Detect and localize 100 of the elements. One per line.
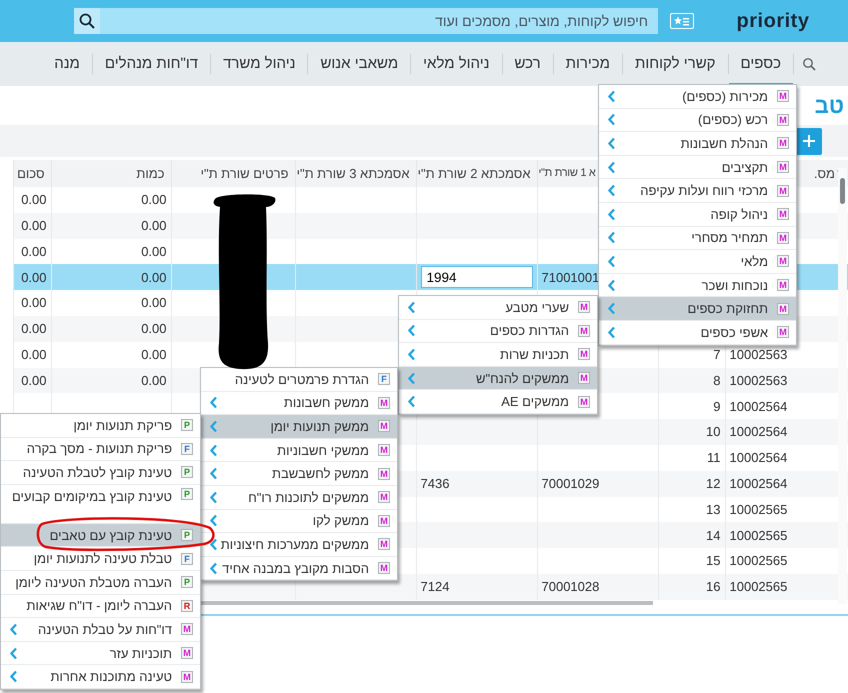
type-badge: M [578,372,590,384]
type-badge: M [777,161,789,174]
table-cell: 15 [706,553,720,568]
add-button[interactable] [796,128,822,154]
type-badge: M [777,255,789,268]
table-cell: 0.00 [21,218,46,233]
nav-tab[interactable]: מנה [42,42,92,86]
chevron-icon [209,562,218,575]
chevron-icon [607,326,616,339]
type-badge: F [378,373,390,386]
cell-editor[interactable]: 1994 [420,266,532,288]
type-badge: M [181,670,193,683]
type-badge: M [777,137,789,150]
nav-tab[interactable]: משאבי אנוש [308,42,410,86]
column-header: מס. [814,166,835,181]
table-cell: 12 [706,476,720,491]
table-cell: 10002565 [730,553,788,568]
table-cell: 8 [713,372,720,388]
chevron-icon [209,420,218,433]
chevron-icon [407,372,416,385]
table-cell: 0.00 [141,321,166,336]
table-cell: 0.00 [21,346,46,362]
table-cell: 10002565 [730,579,788,594]
chevron-icon [607,278,616,292]
chevron-icon [407,300,416,314]
table-cell: 0.00 [141,270,166,285]
search-icon[interactable] [802,57,816,71]
type-badge: M [378,538,390,550]
chevron-icon [607,231,616,244]
table-cell: 10002565 [730,502,788,517]
type-badge: M [378,491,390,504]
table-cell: 14 [706,528,720,542]
table-cell: 0.00 [141,192,166,208]
search-field[interactable]: חיפוש לקוחות, מוצרים, מסמכים ועוד [100,8,658,34]
table-cell: 7 [713,346,720,362]
table-cell: 0.00 [141,295,166,310]
nav-tab[interactable]: ניהול משרד [211,42,308,86]
type-badge: P [181,576,193,588]
table-cell: 71001001 [542,270,600,285]
nav-tab[interactable]: מכירות [554,42,622,86]
table-cell: 0.00 [21,372,46,388]
table-cell: 10002563 [730,346,788,362]
table-cell: 0.00 [21,295,46,310]
chevron-icon [607,90,616,103]
table-cell: 70001029 [542,476,600,491]
chevron-icon [209,444,218,457]
chevron-icon [407,395,416,408]
chevron-icon [607,208,616,221]
table-cell: 0.00 [21,192,46,208]
chevron-icon [209,490,218,504]
column-header: כמות [136,166,164,181]
chevron-icon [407,348,416,361]
table-cell: 10002564 [730,398,788,414]
table-cell: 16 [706,579,720,594]
chevron-icon [607,160,616,174]
chevron-icon [407,324,416,338]
type-badge: P [181,488,193,500]
chevron-icon [209,396,218,410]
vertical-scrollbar[interactable] [838,168,847,604]
type-badge: M [378,444,390,456]
chevron-icon [209,514,218,528]
chevron-icon [9,670,18,684]
table-cell: 0.00 [141,372,166,388]
type-badge: M [181,647,193,660]
table-cell: 10002564 [730,450,788,466]
table-cell: 9 [713,398,720,414]
search-button[interactable] [74,8,100,34]
type-badge: M [181,623,193,636]
table-cell: 0.00 [21,321,46,336]
chevron-icon [607,184,616,198]
column-header: סכום [17,166,44,181]
type-badge: M [777,232,789,244]
plus-icon [803,135,815,147]
type-badge: M [378,396,390,409]
chevron-icon [607,136,616,150]
star-list-icon [674,16,690,26]
type-badge: F [181,442,193,455]
column-header: אסמכתא 2 שורת ת"י [418,166,530,181]
chevron-icon [209,538,218,551]
nav-tab[interactable]: ניהול מלאי [411,42,502,86]
table-cell: 10002564 [730,424,788,440]
type-badge: M [777,114,789,126]
nav-tab[interactable]: דו"חות מנהלים [92,42,210,86]
table-cell: 10002564 [730,476,788,491]
table-cell: 0.00 [21,244,46,259]
type-badge: R [181,600,193,612]
table-cell: 7436 [420,476,450,491]
page-title: טב [814,92,844,120]
type-badge: P [181,466,193,478]
type-badge: M [578,348,590,360]
type-badge: M [378,420,390,432]
type-badge: M [777,326,789,338]
type-badge: M [777,184,789,197]
type-badge: M [777,279,789,292]
table-cell: 11 [707,450,720,466]
nav-tab[interactable]: רכש [502,42,553,86]
search-icon [79,13,95,29]
nav-tab[interactable]: קשרי לקוחות [622,42,728,86]
type-badge: M [378,468,390,480]
logo: priority [736,9,810,34]
